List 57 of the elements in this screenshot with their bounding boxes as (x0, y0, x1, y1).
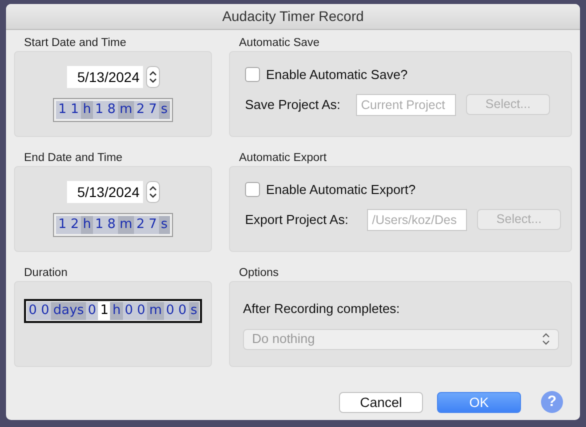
date-field[interactable]: 5/13/2024 (66, 181, 142, 203)
section-label: Options (238, 266, 280, 281)
section-label: Start Date and Time (23, 36, 128, 51)
time-digit: 2 (134, 216, 147, 234)
section-label: End Date and Time (23, 151, 124, 166)
time-digit: 1 (56, 216, 69, 234)
time-digit: 8 (105, 216, 118, 234)
time-unit: s (188, 302, 200, 320)
time-digit: 0 (135, 302, 148, 320)
ok-button[interactable]: OK (437, 392, 521, 412)
time-unit: h (110, 302, 123, 320)
time-digit: 1 (56, 101, 69, 119)
stepper-button[interactable] (146, 66, 160, 88)
time-digit: 0 (164, 302, 176, 320)
updown-icon (542, 333, 550, 345)
prompt-label: After Recording completes: (243, 300, 401, 318)
time-digit: 2 (134, 101, 147, 119)
time-field[interactable]: 1 2 h 1 8 m 2 7 s (53, 213, 173, 237)
updown-icon (148, 185, 156, 199)
updown-icon (148, 70, 156, 84)
checkbox-label: Enable Automatic Export? (266, 181, 416, 199)
section-label: Automatic Save (238, 36, 321, 51)
time-unit: m (118, 216, 134, 234)
field-label: Save Project As: (245, 96, 342, 114)
cancel-button[interactable]: Cancel (339, 392, 423, 412)
time-unit: h (80, 216, 94, 234)
time-digit: 0 (26, 302, 39, 320)
help-button[interactable]: ? (541, 391, 563, 413)
time-digit: 0 (38, 302, 52, 320)
time-digit: 0 (176, 302, 189, 320)
time-digit: 7 (146, 101, 159, 119)
checkbox[interactable] (245, 182, 260, 198)
time-digit: 1 (68, 101, 81, 119)
checkbox-label: Enable Automatic Save? (266, 66, 408, 84)
stepper-button[interactable] (146, 181, 160, 203)
date-field[interactable]: 5/13/2024 (66, 66, 142, 88)
field-label: Export Project As: (245, 210, 350, 229)
section-label: Duration (23, 266, 68, 281)
time-digit: 1 (98, 302, 110, 320)
time-digit: 2 (68, 216, 81, 234)
time-digit: 7 (146, 216, 159, 234)
time-digit: 1 (93, 216, 106, 234)
time-unit: days (51, 302, 86, 320)
time-digit: 0 (122, 302, 136, 320)
time-field[interactable]: 1 1 h 1 8 m 2 7 s (53, 98, 173, 122)
time-field[interactable]: 0 0 days 0 1 h 0 0 m 0 0 s (24, 299, 202, 323)
window-title: Audacity Timer Record (222, 7, 364, 26)
time-unit: s (158, 216, 170, 234)
time-digit: 8 (105, 101, 118, 119)
time-unit: h (80, 101, 94, 119)
time-unit: s (158, 101, 170, 119)
time-digit: 0 (86, 302, 98, 320)
section-label: Automatic Export (238, 151, 328, 166)
time-unit: m (118, 101, 134, 119)
checkbox[interactable] (245, 67, 260, 82)
time-digit: 1 (93, 101, 106, 119)
time-unit: m (147, 302, 164, 320)
